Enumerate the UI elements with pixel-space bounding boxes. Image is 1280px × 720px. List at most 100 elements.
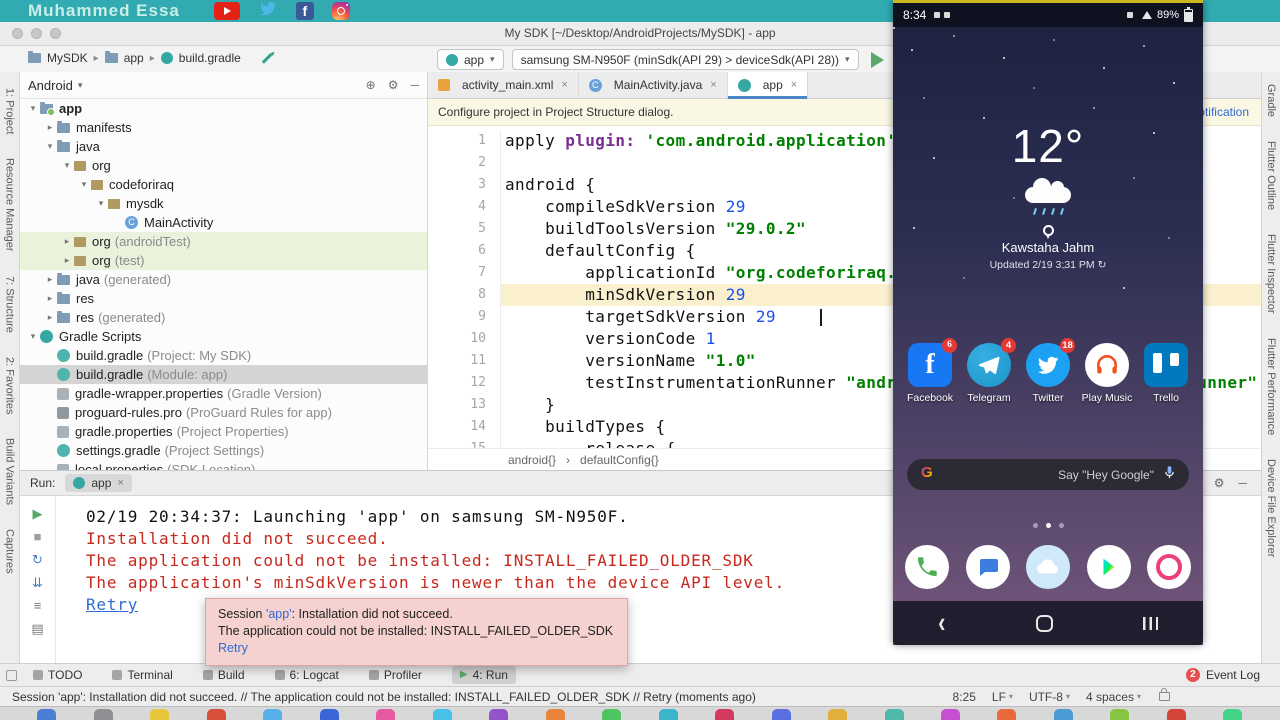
phone-mirror-window[interactable]: 8:34 89% 12° Kawstaha Jahm Updated 2/19 … [893,0,1203,645]
tool-window-button-captures[interactable]: Captures [4,529,16,574]
tree-item[interactable]: ▾ codeforiraq [20,175,427,194]
settings-gear-icon[interactable]: ⚙ [388,78,399,92]
tree-item[interactable]: ▾ app [20,99,427,118]
dock-app-icon[interactable] [93,709,113,720]
editor-tab-app[interactable]: app × [727,72,809,99]
home-button[interactable] [1035,614,1053,632]
breadcrumb-file[interactable]: build.gradle [179,51,241,65]
dock-app-icon[interactable] [884,709,904,720]
close-tab-icon[interactable]: × [791,79,797,91]
hide-panel-icon[interactable]: ─ [1238,476,1247,490]
dock-app-icon[interactable] [37,709,57,720]
stop-icon[interactable]: ■ [34,529,42,544]
close-window-icon[interactable] [12,28,23,39]
run-configuration-select[interactable]: app ▾ [437,49,504,70]
messages-app-icon[interactable] [965,545,1010,589]
zoom-window-icon[interactable] [50,28,61,39]
editor-tab-mainactivity-java[interactable]: C MainActivity.java × [579,72,728,98]
chevron-right-icon[interactable]: ▸ [43,122,57,133]
tree-item[interactable]: ▸ res [20,289,427,308]
chevron-down-icon[interactable]: ▾ [26,103,40,114]
dock-app-icon[interactable] [940,709,960,720]
run-tab[interactable]: app × [65,474,132,492]
status-item-4-spaces[interactable]: 4 spaces ▾ [1086,690,1141,704]
dock-app-icon[interactable] [432,709,452,720]
lock-icon[interactable] [1159,688,1170,701]
edit-icon[interactable] [261,52,273,64]
minimize-window-icon[interactable] [31,28,42,39]
chevron-down-icon[interactable]: ▾ [43,141,57,152]
tool-window-button-resource-manager[interactable]: Resource Manager [4,158,16,252]
tree-item[interactable]: gradle.properties (Project Properties) [20,422,427,441]
chevron-right-icon[interactable]: ▸ [43,312,57,323]
gallery-app-icon[interactable] [1026,545,1070,589]
chevron-right-icon[interactable]: ▸ [60,255,74,266]
balloon-link[interactable]: 'app' [266,607,292,621]
breadcrumb-android[interactable]: android{} [508,453,556,467]
run-button[interactable] [870,51,884,68]
tool-window-button-1-project[interactable]: 1: Project [4,88,16,134]
project-view-mode[interactable]: Android [28,78,73,93]
dock-app-icon[interactable] [771,709,791,720]
dock-app-icon[interactable] [1110,709,1130,720]
back-button[interactable]: ‹ [938,608,945,638]
dock-app-icon[interactable] [1053,709,1073,720]
tree-item[interactable]: ▸ res (generated) [20,308,427,327]
balloon-link[interactable]: Retry [218,641,248,655]
chevron-down-icon[interactable]: ▾ [26,331,40,342]
tree-item[interactable]: settings.gradle (Project Settings) [20,441,427,460]
chevron-down-icon[interactable]: ▾ [94,198,108,209]
dock-app-icon[interactable] [206,709,226,720]
chevron-right-icon[interactable]: ▸ [43,293,57,304]
dock-app-icon[interactable] [263,709,283,720]
phone-app-facebook[interactable]: f 6 Facebook [903,338,957,404]
close-tab-icon[interactable]: × [710,79,716,91]
tree-item[interactable]: ▾ org [20,156,427,175]
device-select[interactable]: samsung SM-N950F (minSdk(API 29) > devic… [511,49,859,70]
tool-tab-profiler[interactable]: Profiler [368,668,422,682]
phone-app-twitter[interactable]: 18 Twitter [1021,338,1075,404]
close-tab-icon[interactable]: × [561,79,567,91]
breadcrumb-defaultconfig[interactable]: defaultConfig{} [580,453,659,467]
dock-app-icon[interactable] [545,709,565,720]
weather-widget[interactable]: 12° Kawstaha Jahm Updated 2/19 3:31 PM ↻ [893,119,1203,271]
dock-app-icon[interactable] [489,709,509,720]
tool-window-button-flutter-outline[interactable]: Flutter Outline [1265,141,1277,210]
tree-item[interactable]: gradle-wrapper.properties (Gradle Version… [20,384,427,403]
chevron-down-icon[interactable]: ▾ [77,179,91,190]
tree-item[interactable]: local.properties (SDK Location) [20,460,427,470]
window-controls[interactable] [12,28,61,39]
tree-item[interactable]: ▸ org (androidTest) [20,232,427,251]
tree-item[interactable]: ▾ java [20,137,427,156]
editor-tab-activity-main-xml[interactable]: activity_main.xml × [428,72,579,98]
tool-window-button-gradle[interactable]: Gradle [1265,84,1277,117]
tree-item[interactable]: C MainActivity [20,213,427,232]
tool-tab-4-run[interactable]: ▶ 4: Run [451,666,516,684]
tool-tab-todo[interactable]: TODO [33,668,82,682]
dock-app-icon[interactable] [150,709,170,720]
phone-app-play-music[interactable]: Play Music [1080,343,1134,404]
tool-windows-icon[interactable] [6,669,17,681]
chevron-right-icon[interactable]: ▸ [60,236,74,247]
play-store-app-icon[interactable] [1086,545,1131,589]
status-item-utf-8[interactable]: UTF-8 ▾ [1029,690,1070,704]
tool-tab-build[interactable]: Build [202,668,245,682]
tree-item[interactable]: ▾ Gradle Scripts [20,327,427,346]
dock-app-icon[interactable] [828,709,848,720]
locate-icon[interactable]: ⊕ [366,78,376,92]
chevron-right-icon[interactable]: ▸ [43,274,57,285]
dock-app-icon[interactable] [997,709,1017,720]
camera-app-icon[interactable] [1147,545,1191,589]
caret-position[interactable]: 8:25 [953,690,976,704]
tool-window-button-device-file-explorer[interactable]: Device File Explorer [1265,459,1277,557]
google-search-bar[interactable]: G Say "Hey Google" [907,459,1189,490]
restart-icon[interactable]: ↻ [32,552,43,567]
microphone-icon[interactable] [1162,465,1177,485]
chevron-down-icon[interactable]: ▾ [60,160,74,171]
clear-all-icon[interactable]: ▤ [31,621,43,636]
tool-window-button-7-structure[interactable]: 7: Structure [4,276,16,333]
soft-wrap-icon[interactable]: ≡ [34,598,42,613]
dock-app-icon[interactable] [319,709,339,720]
dock-app-icon[interactable] [1166,709,1186,720]
tool-tab-terminal[interactable]: Terminal [112,668,173,682]
